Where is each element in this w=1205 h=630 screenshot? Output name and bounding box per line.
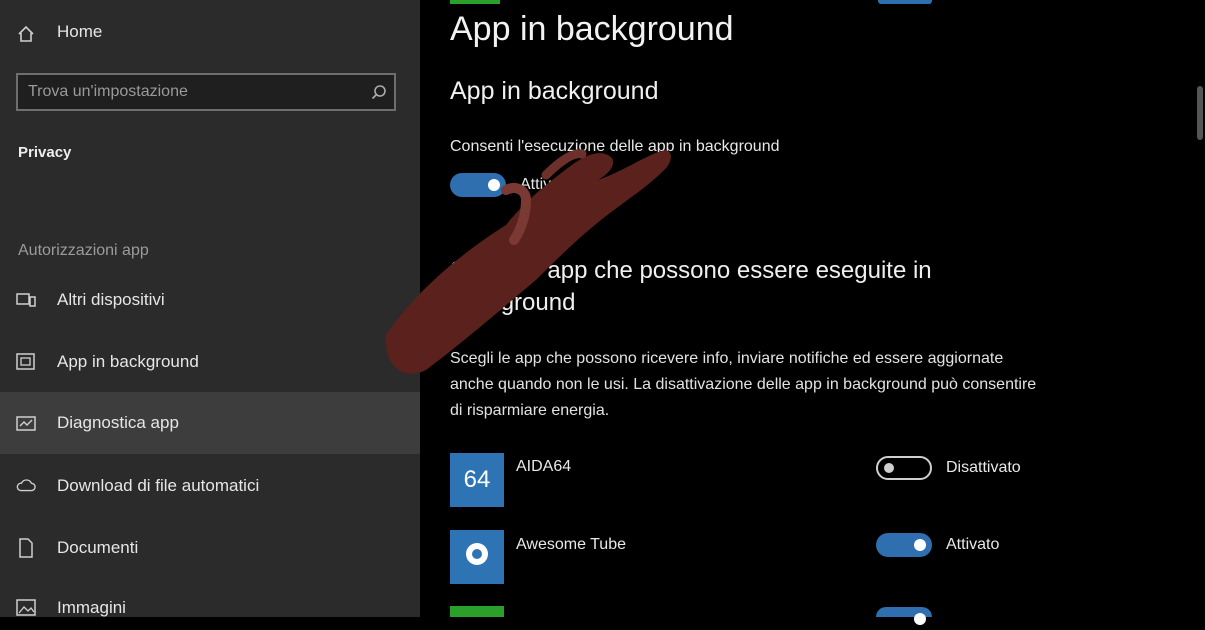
aida64-icon: 64 [463, 466, 491, 493]
partial-toggle-top [878, 0, 932, 4]
sidebar-item-label: Immagini [57, 598, 126, 617]
app-toggle-aida64[interactable] [876, 456, 932, 480]
sidebar-item-images[interactable]: Immagini [0, 590, 420, 630]
app-tile-aida64: 64 [450, 453, 504, 507]
app-toggle-partial[interactable] [876, 607, 932, 625]
choose-apps-heading: Scegli le app che possono essere eseguit… [450, 257, 932, 316]
scrollbar-thumb[interactable] [1197, 86, 1203, 140]
search-icon[interactable] [364, 75, 394, 109]
sidebar-item-label: Diagnostica app [57, 413, 179, 432]
page-title: App in background [450, 10, 734, 48]
partial-tile-top [450, 0, 500, 4]
sidebar-section-header: Autorizzazioni app [18, 242, 149, 259]
sidebar-item-label: Altri dispositivi [57, 290, 165, 309]
document-icon [16, 538, 36, 558]
section-title: App in background [450, 77, 659, 105]
sidebar-item-other-devices[interactable]: Altri dispositivi [0, 280, 420, 320]
app-name: Awesome Tube [516, 536, 626, 553]
app-toggle-awesome-tube[interactable] [876, 533, 932, 557]
app-tile-awesome-tube [450, 530, 504, 584]
app-tile-partial [450, 606, 504, 617]
awesome-tube-icon [463, 540, 491, 575]
settings-search [16, 73, 396, 111]
sidebar-item-label: Download di file automatici [57, 476, 260, 495]
cloud-icon [16, 476, 36, 496]
settings-sidebar: Home Privacy Autorizzazioni app Altri di… [0, 0, 420, 617]
home-icon [16, 24, 36, 44]
app-toggle-state: Attivato [946, 536, 1000, 553]
allow-background-toggle[interactable] [450, 173, 506, 197]
sidebar-item-background-apps[interactable]: App in background [0, 342, 420, 382]
allow-background-state: Attivato [520, 176, 574, 193]
search-input[interactable] [18, 75, 364, 109]
choose-apps-description: Scegli le app che possono ricevere info,… [450, 350, 1037, 419]
app-toggle-state: Disattivato [946, 459, 1021, 476]
sidebar-item-label: Home [57, 22, 103, 41]
sidebar-category-privacy: Privacy [18, 144, 72, 161]
background-apps-icon [16, 352, 36, 372]
app-name: AIDA64 [516, 458, 572, 475]
diagnostics-icon [16, 413, 36, 433]
image-icon [16, 598, 36, 618]
sidebar-item-label: App in background [57, 352, 199, 371]
devices-icon [16, 290, 36, 310]
sidebar-item-home[interactable]: Home [0, 22, 420, 46]
main-content: App in background App in background Cons… [420, 0, 1205, 625]
sidebar-item-app-diagnostics[interactable]: Diagnostica app [0, 392, 420, 454]
allow-background-label: Consenti l'esecuzione delle app in backg… [450, 138, 780, 155]
sidebar-item-documents[interactable]: Documenti [0, 528, 420, 568]
sidebar-item-label: Documenti [57, 538, 139, 557]
sidebar-item-auto-file-downloads[interactable]: Download di file automatici [0, 466, 420, 506]
